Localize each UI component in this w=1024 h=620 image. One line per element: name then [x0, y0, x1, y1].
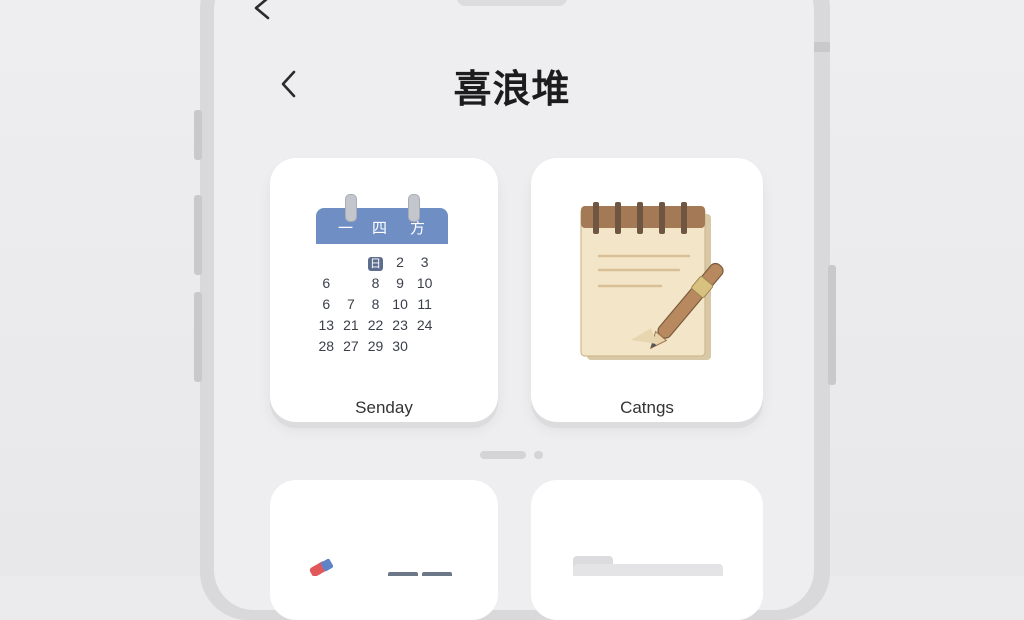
calendar-day: 6 — [322, 296, 331, 312]
calendar-day — [339, 275, 364, 296]
calendar-day: 11 — [417, 296, 432, 312]
app-card-lower-right[interactable] — [531, 480, 763, 620]
calendar-week: 6 8 9 10 — [314, 275, 437, 296]
calendar-day: 30 — [392, 338, 408, 354]
calendar-week: 13 21 22 23 24 — [314, 317, 437, 338]
calendar-day: 28 — [318, 338, 335, 354]
pen-icon — [309, 558, 452, 576]
side-button-lower[interactable] — [194, 292, 202, 382]
calendar-day: 22 — [367, 317, 384, 333]
folder-icon — [573, 556, 723, 576]
calendar-day: 2 — [396, 254, 404, 270]
page-indicator-active[interactable] — [480, 451, 526, 459]
chevron-left-icon — [281, 70, 296, 98]
calendar-week: 日 2 3 — [314, 254, 437, 275]
calendar-header-label: 四 — [372, 219, 388, 237]
calendar-day: 24 — [416, 317, 433, 333]
calendar-day — [339, 254, 364, 275]
chevron-left-icon — [254, 0, 270, 20]
calendar-week: 6 7 8 10 11 — [314, 296, 437, 317]
volume-up-button[interactable] — [194, 110, 202, 160]
app-card-lower-left[interactable] — [270, 480, 498, 620]
calendar-day: 27 — [343, 338, 359, 354]
calendar-day: 13 — [318, 317, 335, 333]
notepad-pen-icon — [580, 202, 724, 360]
calendar-day — [314, 254, 339, 275]
page-indicator[interactable] — [534, 451, 543, 459]
calendar-grid: 日 2 3 6 8 9 10 6 7 8 10 11 13 21 22 23 2… — [314, 254, 437, 359]
calendar-week: 28 27 29 30 — [314, 338, 437, 359]
calendar-day: 3 — [420, 254, 429, 270]
calendar-day — [412, 338, 437, 359]
calendar-day: 29 — [367, 338, 384, 354]
card-label: Senday — [355, 398, 413, 417]
top-back-button[interactable] — [250, 0, 274, 26]
page-title: 喜浪堆 — [453, 67, 571, 111]
phone-notch — [457, 0, 567, 6]
calendar-card[interactable]: 一 四 方 日 2 3 6 8 9 10 6 7 8 10 11 13 21 2… — [270, 158, 498, 422]
card-label: Catngs — [620, 398, 674, 417]
calendar-ring — [408, 194, 420, 222]
volume-down-button[interactable] — [194, 195, 202, 275]
calendar-day: 10 — [416, 275, 433, 291]
calendar-day: 10 — [392, 296, 408, 312]
calendar-day: 8 — [371, 275, 380, 291]
calendar-ring — [345, 194, 357, 222]
calendar-day: 21 — [343, 317, 359, 333]
calendar-day: 23 — [392, 317, 408, 333]
frame-highlight — [812, 42, 830, 52]
calendar-day: 6 — [322, 275, 331, 291]
calendar-day-selected: 日 — [363, 254, 388, 275]
calendar-day: 9 — [396, 275, 404, 291]
power-button[interactable] — [828, 265, 836, 385]
calendar-day: 8 — [371, 296, 380, 312]
notes-card[interactable]: Catngs — [531, 158, 763, 422]
calendar-day: 7 — [346, 296, 355, 312]
back-button[interactable] — [276, 68, 302, 100]
calendar-header-bar: 一 四 方 — [316, 208, 448, 244]
calendar-day-selected-label: 日 — [367, 257, 383, 271]
